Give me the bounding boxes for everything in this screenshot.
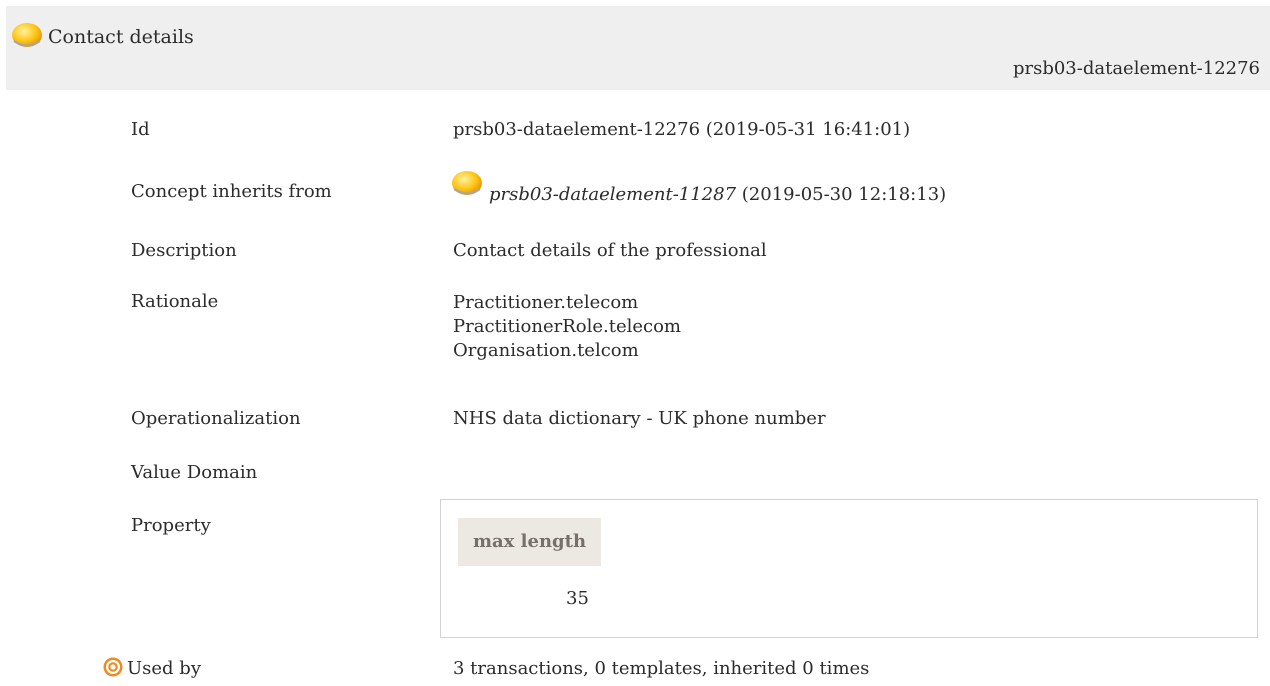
max-length-header: max length [458, 518, 601, 566]
max-length-value: 35 [566, 588, 589, 609]
property-label: Property [131, 515, 211, 536]
concept-id: prsb03-dataelement-12276 [1012, 58, 1260, 79]
inherits-date: (2019-05-30 12:18:13) [741, 184, 947, 205]
rationale-label: Rationale [131, 291, 219, 312]
operationalization-value: NHS data dictionary - UK phone number [453, 408, 826, 429]
operationalization-label: Operationalization [131, 408, 301, 429]
used-by-target-icon [103, 657, 123, 677]
rationale-line: Practitioner.telecom [453, 292, 639, 313]
inherits-value: prsb03-dataelement-11287 (2019-05-30 12:… [489, 184, 946, 205]
used-by-value[interactable]: 3 transactions, 0 templates, inherited 0… [453, 658, 869, 679]
inherits-ref-link[interactable]: prsb03-dataelement-11287 [489, 184, 736, 205]
inherited-bulb-icon [452, 171, 482, 195]
description-value: Contact details of the professional [453, 240, 767, 261]
id-value: prsb03-dataelement-12276 (2019-05-31 16:… [453, 119, 911, 140]
concept-title: Contact details [48, 26, 194, 48]
used-by-label: Used by [127, 658, 201, 679]
inherits-label: Concept inherits from [131, 181, 332, 202]
status-bulb-icon [12, 23, 42, 47]
description-label: Description [131, 240, 237, 261]
id-label: Id [131, 119, 150, 140]
rationale-line: PractitionerRole.telecom [453, 316, 681, 337]
rationale-line: Organisation.telcom [453, 340, 639, 361]
concept-header: Contact details prsb03-dataelement-12276 [6, 6, 1270, 90]
value-domain-label: Value Domain [131, 462, 258, 483]
rationale-value: Practitioner.telecom PractitionerRole.te… [453, 291, 681, 363]
